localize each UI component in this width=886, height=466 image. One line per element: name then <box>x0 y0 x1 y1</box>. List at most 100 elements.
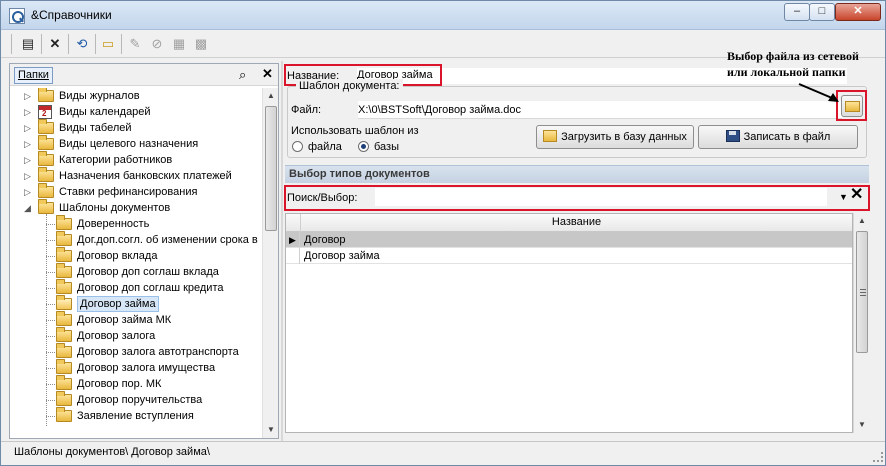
grid-icon[interactable]: ▦ <box>169 34 189 54</box>
clear-icon[interactable]: ⊘ <box>147 34 167 54</box>
tree-node[interactable]: Договор вклада <box>10 247 262 264</box>
scroll-up-icon[interactable]: ▲ <box>854 213 870 229</box>
tree-node[interactable]: ▷ Назначения банковских платежей <box>10 167 262 184</box>
open-folder-icon[interactable]: ▭ <box>98 34 118 54</box>
tree-node[interactable]: Договор займа МК <box>10 311 262 328</box>
expand-icon[interactable]: ▷ <box>24 120 34 136</box>
expand-icon[interactable]: ▷ <box>24 88 34 104</box>
scroll-down-icon[interactable]: ▼ <box>854 417 870 433</box>
grip-line <box>860 295 866 296</box>
tree-node-label: Договор доп соглаш вклада <box>77 266 219 278</box>
tree-node[interactable]: Договор залога <box>10 327 262 344</box>
expand-icon[interactable]: ▷ <box>24 104 34 120</box>
browse-highlight-box <box>836 90 867 121</box>
radio-database[interactable] <box>358 141 369 152</box>
edit-icon[interactable]: ✎ <box>125 34 145 54</box>
radio-file-label[interactable]: файла <box>308 140 342 154</box>
tree-node-label: Договор займа <box>77 296 159 312</box>
tree-node[interactable]: Заявление вступления <box>10 407 262 424</box>
radio-database-label[interactable]: базы <box>374 140 399 154</box>
radio-file[interactable] <box>292 141 303 152</box>
save-to-file-button[interactable]: Записать в файл <box>698 125 858 149</box>
refresh-icon[interactable]: ⟲ <box>72 34 92 54</box>
expand-icon[interactable]: ▷ <box>24 136 34 152</box>
window-title: &Справочники <box>31 8 112 22</box>
tree-node[interactable]: ▷ Категории работников <box>10 151 262 168</box>
tree-node[interactable]: Договор пор. МК <box>10 375 262 392</box>
folder-icon <box>38 119 54 134</box>
expand-icon[interactable]: ▷ <box>24 152 34 168</box>
tree-node[interactable]: ▷ Виды целевого назначения <box>10 135 262 152</box>
tree-node[interactable]: ▷ Виды календарей <box>10 104 262 120</box>
tree-connector <box>46 352 55 353</box>
column-header-name[interactable]: Название <box>300 214 852 232</box>
calendar-icon <box>38 105 52 119</box>
tree-node[interactable]: Доверенность <box>10 215 262 232</box>
tree-node[interactable]: Договор залога имущества <box>10 359 262 376</box>
tree-node[interactable]: ▷ Ставки рефинансирования <box>10 183 262 200</box>
tree-node[interactable]: Договор займа <box>10 295 262 312</box>
tree-node-label: Договор доп соглаш кредита <box>77 282 224 294</box>
use-template-label: Использовать шаблон из <box>291 125 419 137</box>
tree-node-label: Договор поручительства <box>77 394 203 406</box>
tree-node[interactable]: ◢ Шаблоны документов <box>10 199 262 216</box>
folder-icon <box>38 167 54 182</box>
scroll-thumb[interactable] <box>856 231 868 353</box>
close-panel-icon[interactable]: ✕ <box>262 66 273 82</box>
expand-icon[interactable]: ▷ <box>24 168 34 184</box>
tree-node[interactable]: ▷ Виды журналов <box>10 88 262 104</box>
tree-scrollbar[interactable]: ▲ ▼ <box>262 88 278 438</box>
tree-connector <box>46 240 55 241</box>
tree-node-label: Назначения банковских платежей <box>59 170 232 182</box>
grid-scrollbar[interactable]: ▲ ▼ <box>853 213 869 433</box>
load-to-database-label: Загрузить в базу данных <box>561 131 687 143</box>
tree-node-label: Договор залога имущества <box>77 362 216 374</box>
tree-node[interactable]: Договор залога автотранспорта <box>10 343 262 360</box>
main-window: &Справочники – □ ✕ ▤ ✕ ⟲ ▭ ✎ ⊘ ▦ ▩ Папки… <box>0 0 886 466</box>
scroll-up-icon[interactable]: ▲ <box>263 88 279 104</box>
tree-connector <box>46 336 55 337</box>
folder-icon <box>56 359 72 374</box>
tree-node-label: Договор вклада <box>77 250 158 262</box>
tree-node[interactable]: Дог.доп.согл. об изменении срока в <box>10 231 262 248</box>
maximize-button[interactable]: □ <box>809 3 835 21</box>
collapse-icon[interactable]: ◢ <box>24 200 34 216</box>
scroll-down-icon[interactable]: ▼ <box>263 422 279 438</box>
tree-node[interactable]: Договор поручительства <box>10 391 262 408</box>
resize-grip-icon[interactable] <box>873 452 883 462</box>
tree-connector <box>46 416 55 417</box>
tree-node-label: Договор залога <box>77 330 156 342</box>
tab-folders[interactable]: Папки <box>14 67 53 84</box>
expand-icon[interactable]: ▷ <box>24 184 34 200</box>
tree-node-label: Договор займа МК <box>77 314 172 326</box>
annotation-line-2: или локальной папки <box>727 65 846 79</box>
binoculars-icon[interactable]: ⌕ <box>239 67 246 83</box>
table-row[interactable]: ▶ Договор <box>286 232 852 248</box>
grip-line <box>860 292 866 293</box>
file-path-field[interactable]: X:\0\BSTSoft\Договор займа.doc <box>358 101 842 119</box>
table-cell: Договор займа <box>304 250 380 262</box>
delete-icon[interactable]: ✕ <box>45 34 65 54</box>
folder-icon <box>38 199 54 214</box>
tree-node[interactable]: Договор доп соглаш кредита <box>10 279 262 296</box>
tree-node[interactable]: ▷ Виды табелей <box>10 119 262 136</box>
load-to-database-button[interactable]: Загрузить в базу данных <box>536 125 694 149</box>
tree-connector <box>46 368 55 369</box>
close-window-button[interactable]: ✕ <box>835 3 881 21</box>
tree-node[interactable]: Договор доп соглаш вклада <box>10 263 262 280</box>
minimize-button[interactable]: – <box>784 3 810 21</box>
tree-node-label: Дог.доп.согл. об изменении срока в <box>77 234 258 246</box>
new-record-icon[interactable]: ▤ <box>18 34 38 54</box>
folder-icon <box>56 327 72 342</box>
toolbar-separator <box>68 34 69 54</box>
scroll-thumb[interactable] <box>265 106 277 231</box>
grid-header: Название <box>286 214 852 232</box>
tree-node-label: Виды календарей <box>59 106 151 118</box>
folder-icon <box>38 183 54 198</box>
tree-connector <box>46 224 55 225</box>
copy-icon[interactable]: ▩ <box>191 34 211 54</box>
tree-connector <box>46 304 55 305</box>
table-row[interactable]: Договор займа <box>286 248 852 264</box>
search-highlight-box <box>284 185 870 211</box>
folder-icon <box>56 231 72 246</box>
